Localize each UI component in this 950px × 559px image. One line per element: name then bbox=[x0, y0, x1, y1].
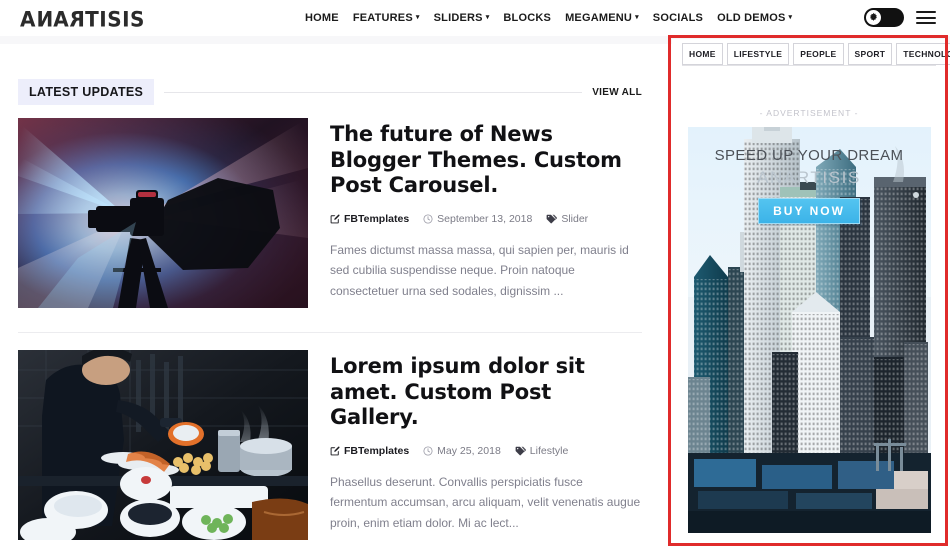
nav-item-sliders[interactable]: SLIDERS ▾ bbox=[434, 12, 490, 24]
sidebar: HOME LIFESTYLE PEOPLE SPORT TECHNOLOGY -… bbox=[672, 39, 950, 541]
post-meta: FBTemplates May 25, 2018 Lifestyle bbox=[330, 445, 642, 457]
toggle-knob bbox=[866, 10, 881, 25]
hamburger-menu-icon[interactable] bbox=[916, 10, 936, 25]
post-date-label: May 25, 2018 bbox=[437, 444, 501, 457]
nav-item-megamenu[interactable]: MEGAMENU ▾ bbox=[565, 12, 639, 24]
main-navigation: HOME FEATURES ▾ SLIDERS ▾ BLOCKS MEGAMEN… bbox=[305, 12, 792, 24]
chevron-down-icon: ▾ bbox=[635, 13, 639, 21]
nav-label-home: HOME bbox=[305, 12, 339, 24]
post-author[interactable]: FBTemplates bbox=[330, 445, 409, 457]
nav-item-blocks[interactable]: BLOCKS bbox=[503, 12, 551, 24]
section-rule bbox=[164, 91, 583, 93]
city-skyline-image bbox=[687, 127, 931, 533]
nav-label-sliders: SLIDERS bbox=[433, 12, 483, 24]
sidebar-tabs: HOME LIFESTYLE PEOPLE SPORT TECHNOLOGY bbox=[682, 43, 950, 66]
chef-kitchen-image bbox=[18, 350, 308, 540]
tab-lifestyle[interactable]: LIFESTYLE bbox=[726, 43, 790, 65]
post-date-label: September 13, 2018 bbox=[437, 212, 533, 225]
chevron-down-icon: ▾ bbox=[485, 13, 490, 21]
nav-label-old-demos: OLD DEMOS bbox=[717, 12, 786, 24]
view-all-link[interactable]: VIEW ALL bbox=[592, 87, 642, 98]
gear-icon bbox=[870, 12, 877, 21]
edit-pencil-icon bbox=[330, 214, 340, 224]
buy-now-button[interactable]: BUY NOW bbox=[758, 198, 860, 224]
post-category[interactable]: Slider bbox=[546, 213, 588, 225]
tab-home[interactable]: HOME bbox=[682, 43, 723, 65]
chevron-down-icon: ▾ bbox=[788, 13, 793, 21]
nav-label-blocks: BLOCKS bbox=[503, 12, 552, 24]
post-divider bbox=[18, 332, 642, 333]
nav-item-features[interactable]: FEATURES ▾ bbox=[353, 12, 420, 24]
post-thumbnail[interactable] bbox=[18, 350, 308, 540]
post-category-label: Slider bbox=[561, 212, 589, 225]
post-title[interactable]: Lorem ipsum dolor sit amet. Custom Post … bbox=[330, 354, 642, 431]
tab-technology[interactable]: TECHNOLOGY bbox=[896, 43, 950, 65]
post-thumbnail[interactable] bbox=[18, 118, 308, 308]
tab-people[interactable]: PEOPLE bbox=[793, 43, 844, 65]
tag-icon bbox=[515, 446, 526, 456]
advertisement-label: - ADVERTISEMENT - bbox=[759, 108, 859, 118]
hamburger-bar bbox=[916, 22, 936, 24]
nav-label-features: FEATURES bbox=[352, 12, 413, 24]
post-excerpt: Phasellus deserunt. Convallis perspiciat… bbox=[330, 474, 641, 531]
nav-label-megamenu: MEGAMENU bbox=[565, 12, 633, 24]
site-logo[interactable]: ANARTISIS bbox=[20, 6, 145, 31]
chevron-down-icon: ▾ bbox=[415, 13, 420, 21]
main-content-column: LATEST UPDATES VIEW ALL The future of Ne… bbox=[0, 44, 660, 559]
site-header: ANARTISIS HOME FEATURES ▾ SLIDERS ▾ BLOC… bbox=[0, 0, 950, 36]
hamburger-bar bbox=[916, 11, 936, 13]
post-item: Lorem ipsum dolor sit amet. Custom Post … bbox=[18, 350, 642, 540]
post-date: September 13, 2018 bbox=[423, 213, 532, 225]
post-date: May 25, 2018 bbox=[423, 445, 501, 457]
nav-label-socials: SOCIALS bbox=[652, 12, 704, 24]
tab-sport[interactable]: SPORT bbox=[847, 43, 893, 65]
post-body: The future of News Blogger Themes. Custo… bbox=[330, 118, 642, 308]
post-author-label: FBTemplates bbox=[344, 444, 410, 457]
edit-pencil-icon bbox=[330, 446, 340, 456]
nav-item-socials[interactable]: SOCIALS bbox=[653, 12, 703, 24]
post-item: The future of News Blogger Themes. Custo… bbox=[18, 118, 642, 308]
post-title[interactable]: The future of News Blogger Themes. Custo… bbox=[330, 122, 642, 199]
post-author[interactable]: FBTemplates bbox=[330, 213, 409, 225]
tag-icon bbox=[546, 214, 558, 224]
page-title: LATEST UPDATES bbox=[18, 79, 155, 105]
post-author-label: FBTemplates bbox=[344, 212, 410, 225]
advertisement-banner[interactable]: SPEED UP YOUR DREAM ANARTISIS BUY NOW bbox=[687, 127, 931, 533]
post-meta: FBTemplates September 13, 2018 Slider bbox=[330, 213, 642, 225]
section-header: LATEST UPDATES VIEW ALL bbox=[18, 79, 642, 105]
header-controls bbox=[864, 8, 936, 27]
nav-item-old-demos[interactable]: OLD DEMOS ▾ bbox=[717, 12, 792, 24]
clock-icon bbox=[423, 214, 433, 224]
dark-mode-toggle[interactable] bbox=[864, 8, 904, 27]
post-body: Lorem ipsum dolor sit amet. Custom Post … bbox=[330, 350, 642, 540]
hamburger-bar bbox=[916, 16, 936, 19]
clock-icon bbox=[423, 446, 433, 456]
post-category[interactable]: Lifestyle bbox=[515, 444, 569, 457]
post-category-label: Lifestyle bbox=[529, 444, 569, 457]
nav-item-home[interactable]: HOME bbox=[305, 12, 339, 24]
post-excerpt: Fames dictumst massa massa, qui sapien p… bbox=[330, 242, 629, 299]
video-camera-image bbox=[18, 118, 308, 308]
page-root: ANARTISIS HOME FEATURES ▾ SLIDERS ▾ BLOC… bbox=[0, 0, 950, 559]
